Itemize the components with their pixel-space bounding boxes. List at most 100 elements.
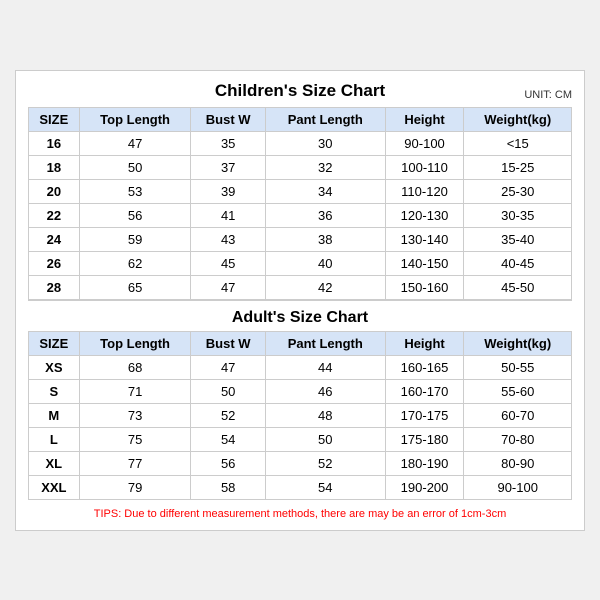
adult-col-pant-length: Pant Length — [265, 331, 385, 355]
table-cell: 65 — [79, 275, 191, 300]
table-cell: 190-200 — [385, 475, 464, 499]
table-row: S715046160-17055-60 — [29, 379, 572, 403]
table-cell: 18 — [29, 155, 80, 179]
table-cell: 79 — [79, 475, 191, 499]
table-cell: 58 — [191, 475, 265, 499]
table-cell: XXL — [29, 475, 80, 499]
table-cell: 56 — [191, 451, 265, 475]
table-cell: 175-180 — [385, 427, 464, 451]
table-row: M735248170-17560-70 — [29, 403, 572, 427]
table-cell: 47 — [191, 355, 265, 379]
table-cell: 20 — [29, 179, 80, 203]
table-cell: 150-160 — [385, 275, 464, 300]
table-cell: 45-50 — [464, 275, 572, 300]
table-row: L755450175-18070-80 — [29, 427, 572, 451]
table-row: 22564136120-13030-35 — [29, 203, 572, 227]
table-cell: 37 — [191, 155, 265, 179]
table-cell: 59 — [79, 227, 191, 251]
col-height: Height — [385, 107, 464, 131]
table-cell: 71 — [79, 379, 191, 403]
table-cell: 34 — [265, 179, 385, 203]
table-cell: 35 — [191, 131, 265, 155]
table-row: XS684744160-16550-55 — [29, 355, 572, 379]
table-cell: 36 — [265, 203, 385, 227]
table-cell: 62 — [79, 251, 191, 275]
table-cell: <15 — [464, 131, 572, 155]
table-cell: 73 — [79, 403, 191, 427]
table-cell: 35-40 — [464, 227, 572, 251]
table-cell: 110-120 — [385, 179, 464, 203]
table-cell: 52 — [191, 403, 265, 427]
children-table: SIZE Top Length Bust W Pant Length Heigh… — [28, 107, 572, 500]
table-cell: 140-150 — [385, 251, 464, 275]
adults-chart-title: Adult's Size Chart — [29, 300, 572, 332]
table-cell: 15-25 — [464, 155, 572, 179]
table-cell: 120-130 — [385, 203, 464, 227]
table-row: 1647353090-100<15 — [29, 131, 572, 155]
table-cell: 60-70 — [464, 403, 572, 427]
table-cell: L — [29, 427, 80, 451]
table-cell: 47 — [79, 131, 191, 155]
col-size: SIZE — [29, 107, 80, 131]
col-pant-length: Pant Length — [265, 107, 385, 131]
table-cell: 32 — [265, 155, 385, 179]
table-cell: 44 — [265, 355, 385, 379]
table-cell: 46 — [265, 379, 385, 403]
table-cell: 48 — [265, 403, 385, 427]
table-cell: S — [29, 379, 80, 403]
table-cell: XL — [29, 451, 80, 475]
table-cell: 53 — [79, 179, 191, 203]
table-cell: 170-175 — [385, 403, 464, 427]
table-cell: 24 — [29, 227, 80, 251]
table-row: 26624540140-15040-45 — [29, 251, 572, 275]
table-cell: 40 — [265, 251, 385, 275]
table-cell: 160-170 — [385, 379, 464, 403]
adult-col-bust-w: Bust W — [191, 331, 265, 355]
children-title-row: Children's Size Chart UNIT: CM — [28, 81, 572, 101]
table-cell: 42 — [265, 275, 385, 300]
table-cell: 100-110 — [385, 155, 464, 179]
adults-header-row: SIZE Top Length Bust W Pant Length Heigh… — [29, 331, 572, 355]
table-cell: 25-30 — [464, 179, 572, 203]
children-header-row: SIZE Top Length Bust W Pant Length Heigh… — [29, 107, 572, 131]
table-cell: 50 — [79, 155, 191, 179]
table-cell: 26 — [29, 251, 80, 275]
table-cell: 54 — [191, 427, 265, 451]
table-cell: 77 — [79, 451, 191, 475]
col-top-length: Top Length — [79, 107, 191, 131]
table-cell: 75 — [79, 427, 191, 451]
adult-col-top-length: Top Length — [79, 331, 191, 355]
table-cell: 180-190 — [385, 451, 464, 475]
table-cell: 90-100 — [385, 131, 464, 155]
table-cell: 45 — [191, 251, 265, 275]
table-cell: 47 — [191, 275, 265, 300]
table-cell: 68 — [79, 355, 191, 379]
table-cell: 55-60 — [464, 379, 572, 403]
col-bust-w: Bust W — [191, 107, 265, 131]
table-row: 18503732100-11015-25 — [29, 155, 572, 179]
table-cell: 43 — [191, 227, 265, 251]
table-cell: 16 — [29, 131, 80, 155]
table-cell: 56 — [79, 203, 191, 227]
table-cell: 39 — [191, 179, 265, 203]
table-cell: 30 — [265, 131, 385, 155]
col-weight: Weight(kg) — [464, 107, 572, 131]
adult-col-weight: Weight(kg) — [464, 331, 572, 355]
table-row: 28654742150-16045-50 — [29, 275, 572, 300]
children-chart-title: Children's Size Chart — [215, 81, 385, 101]
table-cell: 80-90 — [464, 451, 572, 475]
adults-title-row: Adult's Size Chart — [29, 300, 572, 332]
table-cell: 50-55 — [464, 355, 572, 379]
table-cell: M — [29, 403, 80, 427]
adult-col-height: Height — [385, 331, 464, 355]
table-row: 24594338130-14035-40 — [29, 227, 572, 251]
table-cell: 160-165 — [385, 355, 464, 379]
table-row: 20533934110-12025-30 — [29, 179, 572, 203]
adult-col-size: SIZE — [29, 331, 80, 355]
table-cell: 52 — [265, 451, 385, 475]
table-cell: 28 — [29, 275, 80, 300]
table-cell: 38 — [265, 227, 385, 251]
table-cell: 54 — [265, 475, 385, 499]
table-cell: 40-45 — [464, 251, 572, 275]
unit-label: UNIT: CM — [524, 89, 572, 101]
